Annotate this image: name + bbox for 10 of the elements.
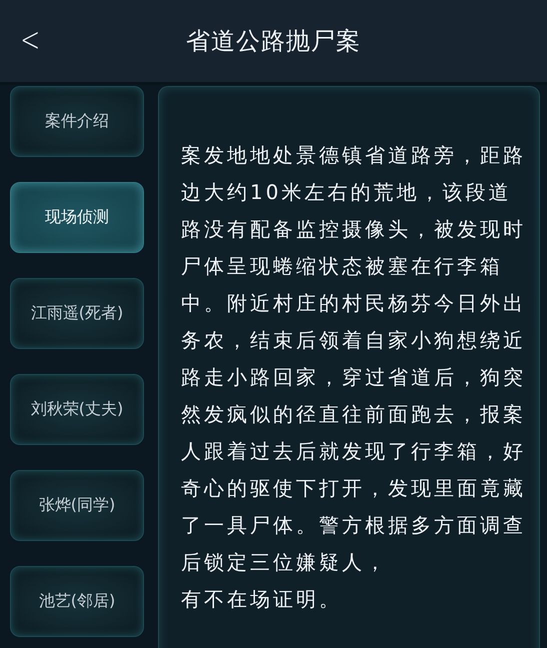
sidebar-tab[interactable]: 现场侦测 [10,182,144,253]
page-title: 省道公路抛尸案 [186,26,361,57]
sidebar-tab[interactable]: 张烨(同学) [10,470,144,541]
description-text: 有不在场证明。 [181,586,343,613]
sidebar-tab[interactable]: 池艺(邻居) [10,566,144,637]
sidebar-tab[interactable]: 江雨遥(死者) [10,278,144,349]
back-button[interactable]: < [20,18,40,62]
sidebar-tab[interactable]: 案件介绍 [10,86,144,157]
description-text: 案发地地处景德镇省道路旁，距路边大约10米左右的荒地，该段道路没有配备监控摄像头，被发现时尸体呈现蜷缩状态被塞在行李箱中。附近村庄的村民杨芬今日外出务农，结束后领着自家小狗想绕近路走小路回家，穿过省道后，狗突然发疯似的径直往前面跑去，报案人跟着过去后就发现了行李箱，好奇心的驱使下打开，发现里面竟藏了一具尸体。警方根据多方面调查后锁定三位嫌疑人， [181,142,527,576]
sidebar-tab[interactable]: 刘秋荣(丈夫) [10,374,144,445]
